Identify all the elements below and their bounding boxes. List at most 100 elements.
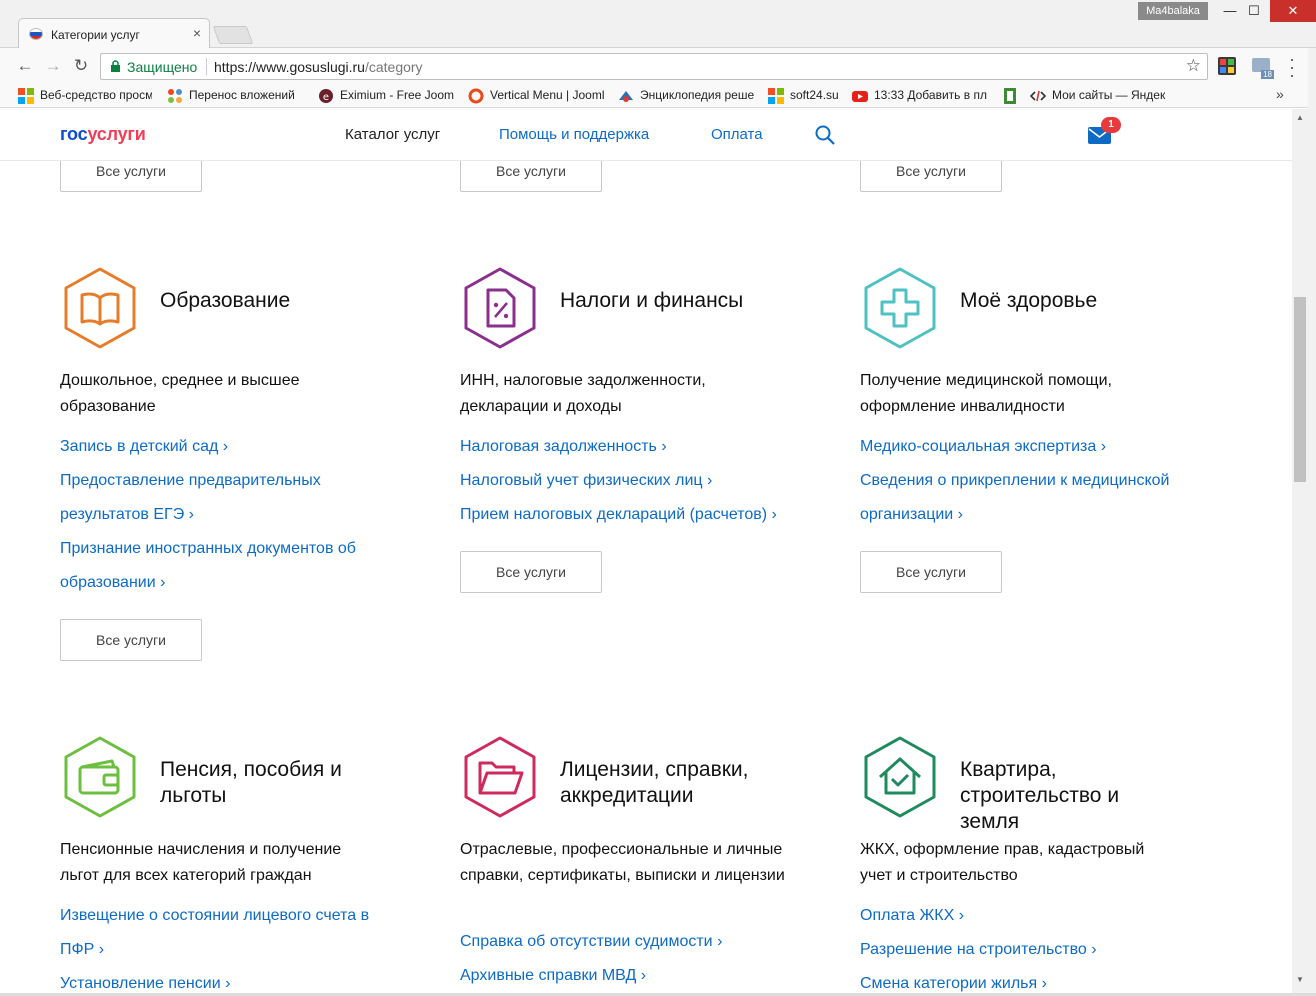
service-link[interactable]: Медико-социальная экспертиза › [860, 430, 1200, 464]
extension-icon[interactable] [1218, 57, 1236, 75]
address-separator [206, 58, 207, 75]
tax-document-icon[interactable] [460, 266, 540, 350]
scroll-up-icon[interactable]: ▲ [1296, 113, 1304, 122]
eximium-icon: e [319, 89, 333, 103]
url-text[interactable]: https://www.gosuslugi.ru/category [214, 59, 423, 75]
all-services-button[interactable]: Все услуги [460, 551, 602, 593]
nav-help[interactable]: Помощь и поддержка [499, 126, 649, 143]
bookmark-item[interactable]: soft24.su [768, 88, 842, 104]
service-link[interactable]: Сведения о прикреплении к медицинской ор… [860, 464, 1190, 532]
scrollbar-thumb[interactable] [1294, 297, 1306, 482]
service-link[interactable]: Признание иностранных документов об обра… [60, 532, 370, 600]
search-icon[interactable] [815, 125, 835, 145]
service-link[interactable]: Запись в детский сад › [60, 430, 400, 464]
bookmark-label: Перенос вложений [189, 88, 295, 102]
service-link[interactable]: Предоставление предварительных результат… [60, 464, 350, 532]
page-scrollbar[interactable]: ▲ ▼ [1292, 109, 1308, 994]
service-link[interactable]: Разрешение на строительство › [860, 933, 1200, 967]
category-title[interactable]: Квартира, строительство и земля [960, 757, 1150, 835]
service-link[interactable]: Оплата ЖКХ › [860, 899, 1200, 933]
bookmark-item[interactable]: Vertical Menu | Jooml [468, 88, 604, 104]
nav-catalog[interactable]: Каталог услуг [345, 126, 440, 143]
bookmark-item[interactable] [1002, 88, 1024, 104]
bookmark-label: soft24.su [790, 88, 839, 102]
maximize-icon[interactable]: ☐ [1238, 0, 1270, 22]
category-description: Пенсионные начисления и получение льгот … [60, 841, 342, 884]
tab-title: Категории услуг [51, 28, 140, 42]
code-icon [1030, 90, 1046, 102]
browser-menu-icon[interactable]: · · · [1286, 50, 1298, 84]
service-link[interactable]: Извещение о состоянии лицевого счета в П… [60, 899, 390, 967]
youtube-icon [852, 91, 868, 102]
service-link[interactable]: Установление пенсии › [60, 967, 400, 994]
bookmarks-bar: Веб-средство просм Перенос вложений e Ex… [0, 84, 1316, 108]
category-title[interactable]: Лицензии, справки, аккредитации [560, 757, 790, 809]
mail-extension-icon[interactable]: 18 [1252, 58, 1274, 79]
wallet-icon[interactable] [60, 735, 140, 819]
bookmark-item[interactable]: Энциклопедия реше [618, 88, 754, 104]
window-close-icon[interactable]: ✕ [1270, 0, 1316, 22]
service-link[interactable]: Налоговый учет физических лиц › [460, 464, 800, 498]
service-link[interactable]: Прием налоговых деклараций (расчетов) › [460, 498, 800, 532]
back-arrow-icon[interactable]: ← [14, 56, 36, 76]
category-description: Дошкольное, среднее и высшее образование [60, 372, 300, 415]
address-bar[interactable]: Защищено https://www.gosuslugi.ru/catego… [100, 53, 1208, 80]
service-link[interactable]: Справка об отсутствии судимости › [460, 925, 800, 959]
folder-icon[interactable] [460, 735, 540, 819]
bookmark-item[interactable]: Перенос вложений [167, 88, 303, 104]
url-path: /category [364, 59, 423, 75]
bookmark-item[interactable]: Веб-средство просм [18, 88, 152, 104]
gosuslugi-logo[interactable]: госуслуги [60, 124, 146, 145]
bookmark-label: Vertical Menu | Jooml [490, 88, 604, 102]
service-link[interactable]: Налоговая задолженность › [460, 430, 800, 464]
url-host: https://www.gosuslugi.ru [214, 59, 365, 75]
category-title[interactable]: Пенсия, пособия и льготы [160, 757, 390, 809]
service-link[interactable]: Архивные справки МВД › [460, 959, 800, 993]
green-doc-icon [1004, 88, 1016, 104]
secure-label: Защищено [127, 59, 198, 75]
bookmark-label: Веб-средство просм [40, 88, 152, 102]
vertical-menu-icon [468, 88, 484, 104]
bookmark-item[interactable]: 13:33 Добавить в пл [852, 88, 988, 104]
profile-badge[interactable]: Ma4balaka [1138, 2, 1208, 20]
tab-close-icon[interactable]: × [193, 25, 201, 41]
category-title[interactable]: Моё здоровье [960, 288, 1190, 314]
windows-tiles-icon [18, 88, 34, 104]
mail-extension-badge: 18 [1261, 70, 1274, 79]
bookmark-label: Мои сайты — Яндек [1052, 88, 1166, 102]
site-header: госуслуги Каталог услуг Помощь и поддерж… [0, 109, 1292, 161]
svg-text:e: e [323, 92, 329, 103]
all-services-button[interactable]: Все услуги [60, 619, 202, 661]
bookmark-item[interactable]: Мои сайты — Яндек [1030, 88, 1166, 104]
bookmark-label: Eximium - Free Jooml [340, 88, 454, 102]
category-description: ЖКХ, оформление прав, кадастровый учет и… [860, 841, 1145, 884]
bookmark-star-icon[interactable]: ☆ [1186, 56, 1201, 76]
page-viewport: госуслуги Каталог услуг Помощь и поддерж… [0, 109, 1292, 994]
category-description: ИНН, налоговые задолженности, декларации… [460, 372, 706, 415]
joomla-icon [168, 89, 182, 103]
reload-icon[interactable]: ↻ [70, 56, 92, 76]
category-description: Отраслевые, профессиональные и личные сп… [460, 841, 785, 884]
bookmark-label: 13:33 Добавить в пл [874, 88, 987, 102]
lock-icon [111, 60, 120, 72]
house-check-icon[interactable] [860, 735, 940, 819]
forward-arrow-icon[interactable]: → [42, 56, 64, 76]
category-title[interactable]: Налоги и финансы [560, 288, 800, 314]
bookmark-label: Энциклопедия реше [640, 88, 754, 102]
logo-part-gos: гос [60, 124, 88, 144]
medical-cross-icon[interactable] [860, 266, 940, 350]
category-title[interactable]: Образование [160, 288, 390, 314]
scroll-down-icon[interactable]: ▼ [1296, 975, 1304, 984]
all-services-button[interactable]: Все услуги [860, 551, 1002, 593]
book-icon[interactable] [60, 266, 140, 350]
mail-count-badge: 1 [1101, 117, 1121, 133]
bookmarks-overflow-icon[interactable]: » [1276, 86, 1284, 102]
browser-titlebar: Категории услуг × Ma4balaka — ☐ ✕ [0, 0, 1316, 48]
windows-tiles-icon [768, 88, 784, 104]
bookmark-item[interactable]: e Eximium - Free Jooml [318, 88, 454, 104]
nav-payment[interactable]: Оплата [711, 126, 763, 143]
encyclopedia-icon [619, 91, 633, 102]
browser-tab-active[interactable]: Категории услуг × [18, 18, 210, 48]
new-tab-button[interactable] [212, 26, 254, 44]
service-link[interactable]: Смена категории жилья › [860, 967, 1200, 994]
